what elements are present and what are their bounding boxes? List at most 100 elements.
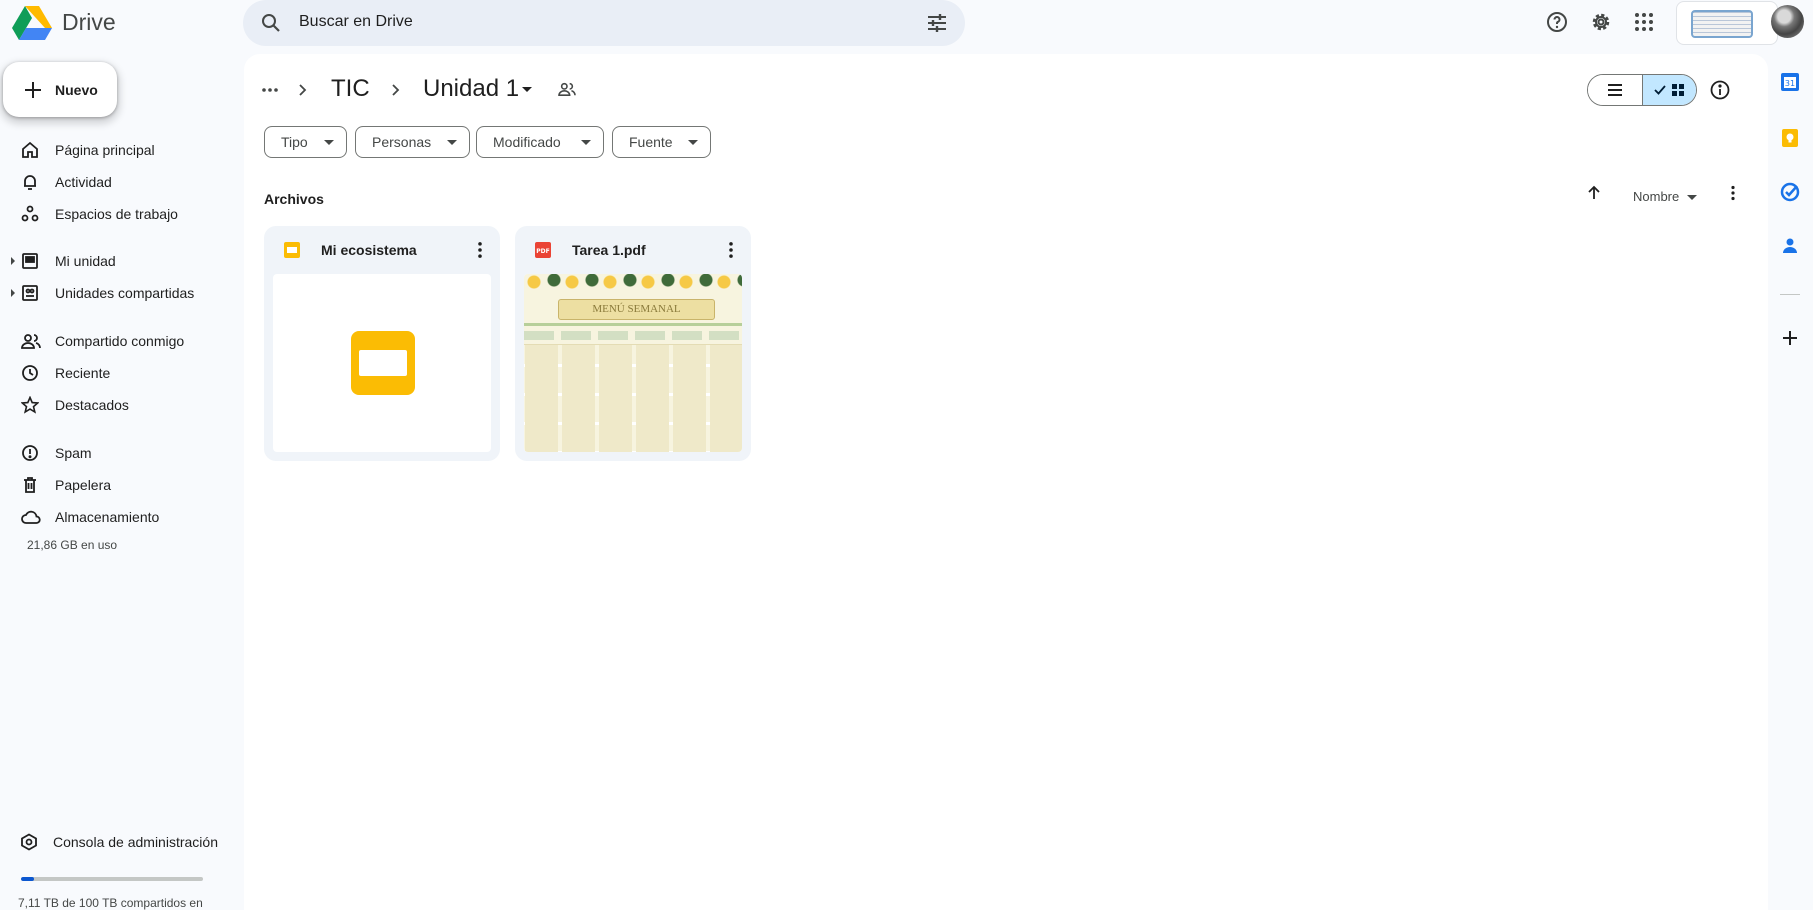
more-vert-icon[interactable]	[721, 240, 741, 260]
info-icon[interactable]	[1709, 79, 1731, 101]
pdf-preview-title: MENÚ SEMANAL	[558, 299, 715, 320]
sidebar-item-shared-drives[interactable]: Unidades compartidas	[0, 277, 240, 309]
my-drive-icon	[21, 252, 39, 270]
account-avatar[interactable]	[1771, 5, 1804, 38]
breadcrumb-more-icon[interactable]	[260, 80, 280, 100]
sidebar-item-starred[interactable]: Destacados	[0, 389, 240, 421]
storage-quota-fill	[21, 877, 34, 881]
view-toggle[interactable]	[1587, 74, 1697, 106]
trash-icon	[21, 476, 39, 494]
people-icon	[21, 332, 41, 350]
more-vert-icon[interactable]	[1724, 184, 1742, 202]
cloud-icon	[21, 508, 41, 526]
filter-people-chip[interactable]: Personas	[355, 126, 470, 158]
bell-icon	[21, 173, 39, 191]
files-section-title: Archivos	[264, 191, 324, 207]
search-bar[interactable]: Buscar en Drive	[243, 0, 965, 46]
breadcrumb-current[interactable]: Unidad 1	[423, 75, 519, 103]
new-button-label: Nuevo	[55, 82, 98, 98]
sidebar-item-trash[interactable]: Papelera	[0, 469, 240, 501]
help-icon[interactable]	[1543, 8, 1571, 36]
filter-people-label: Personas	[372, 134, 432, 150]
chip-dropdown-icon	[447, 140, 457, 145]
organization-logo	[1691, 10, 1753, 38]
sort-by-button[interactable]: Nombre	[1633, 189, 1679, 204]
lemon-border-decoration	[524, 274, 742, 296]
chip-dropdown-icon	[688, 140, 698, 145]
keep-icon[interactable]	[1780, 128, 1800, 148]
sort-direction-arrow-icon[interactable]	[1585, 184, 1603, 202]
shared-drives-icon	[21, 284, 39, 302]
list-view-button[interactable]	[1588, 75, 1642, 105]
expand-caret-icon[interactable]	[11, 257, 15, 265]
sidebar-item-home[interactable]: Página principal	[0, 134, 240, 166]
search-input[interactable]: Buscar en Drive	[299, 13, 413, 31]
search-icon[interactable]	[259, 11, 283, 35]
new-button[interactable]: Nuevo	[3, 62, 117, 117]
add-addon-plus-icon[interactable]	[1780, 328, 1800, 348]
workspaces-icon	[21, 205, 39, 223]
side-panel: 31	[1768, 54, 1813, 910]
sidebar-item-label: Página principal	[55, 142, 155, 158]
settings-gear-icon[interactable]	[1587, 8, 1615, 36]
filter-type-chip[interactable]: Tipo	[264, 126, 347, 158]
sidebar-item-activity[interactable]: Actividad	[0, 166, 240, 198]
breadcrumb-parent[interactable]: TIC	[331, 75, 370, 103]
sidebar-item-storage[interactable]: Almacenamiento	[0, 501, 240, 533]
star-icon	[21, 396, 39, 414]
top-bar: Drive Buscar en Drive	[0, 0, 1813, 54]
sidebar-item-shared-with-me[interactable]: Compartido conmigo	[0, 325, 240, 357]
app-name: Drive	[62, 8, 116, 35]
file-card[interactable]: Mi ecosistema	[264, 226, 500, 461]
sidebar-item-label: Espacios de trabajo	[55, 206, 178, 222]
contacts-icon[interactable]	[1780, 236, 1800, 256]
plus-icon	[21, 78, 45, 102]
sidebar-item-label: Destacados	[55, 397, 129, 413]
filter-modified-chip[interactable]: Modificado	[476, 126, 604, 158]
pdf-preview-day-headers	[524, 331, 742, 340]
sidebar-item-recent[interactable]: Reciente	[0, 357, 240, 389]
file-card-header: PDF Tarea 1.pdf	[515, 226, 751, 274]
list-view-icon	[1606, 81, 1624, 99]
pdf-preview-grid	[524, 344, 742, 452]
home-icon	[21, 141, 39, 159]
sort-dropdown-icon[interactable]	[1687, 195, 1697, 200]
svg-text:PDF: PDF	[536, 248, 549, 255]
sidebar-item-label: Reciente	[55, 365, 111, 381]
organization-badge[interactable]	[1676, 1, 1778, 45]
filter-source-chip[interactable]: Fuente	[612, 126, 711, 158]
drive-logo-icon	[12, 4, 52, 40]
grid-view-icon	[1671, 83, 1685, 97]
svg-text:31: 31	[1785, 79, 1795, 88]
slides-large-icon	[351, 331, 415, 395]
sidebar-item-label: Unidades compartidas	[55, 285, 195, 301]
admin-console-icon	[20, 833, 38, 851]
sidebar-item-label: Papelera	[55, 477, 112, 493]
file-card-header: Mi ecosistema	[264, 226, 500, 274]
sidebar-item-spam[interactable]: Spam	[0, 437, 240, 469]
storage-used-text: 21,86 GB en uso	[27, 538, 118, 552]
filter-type-label: Tipo	[281, 134, 308, 150]
main-panel: TIC Unidad 1 Tipo Personas Modificado Fu…	[244, 54, 1768, 910]
slides-file-icon	[284, 242, 300, 258]
sidebar-item-my-drive[interactable]: Mi unidad	[0, 245, 240, 277]
admin-console-link[interactable]: Consola de administración	[0, 830, 240, 854]
expand-caret-icon[interactable]	[11, 289, 15, 297]
storage-quota-bar	[21, 877, 203, 881]
sidebar-item-workspaces[interactable]: Espacios de trabajo	[0, 198, 240, 230]
clock-icon	[21, 364, 39, 382]
file-card[interactable]: PDF Tarea 1.pdf MENÚ SEMANAL	[515, 226, 751, 461]
file-thumbnail	[273, 274, 491, 452]
sidebar-item-label: Actividad	[55, 174, 112, 190]
apps-grid-icon[interactable]	[1630, 8, 1658, 36]
drive-logo[interactable]: Drive	[12, 4, 116, 40]
more-vert-icon[interactable]	[470, 240, 490, 260]
search-options-icon[interactable]	[925, 11, 949, 35]
side-panel-divider	[1780, 294, 1800, 295]
tasks-icon[interactable]	[1780, 182, 1800, 202]
shared-folder-people-icon[interactable]	[558, 81, 576, 97]
calendar-icon[interactable]: 31	[1780, 72, 1800, 92]
sidebar-item-label: Spam	[55, 445, 92, 461]
grid-view-button[interactable]	[1641, 75, 1696, 105]
breadcrumb-dropdown-icon[interactable]	[522, 87, 532, 92]
